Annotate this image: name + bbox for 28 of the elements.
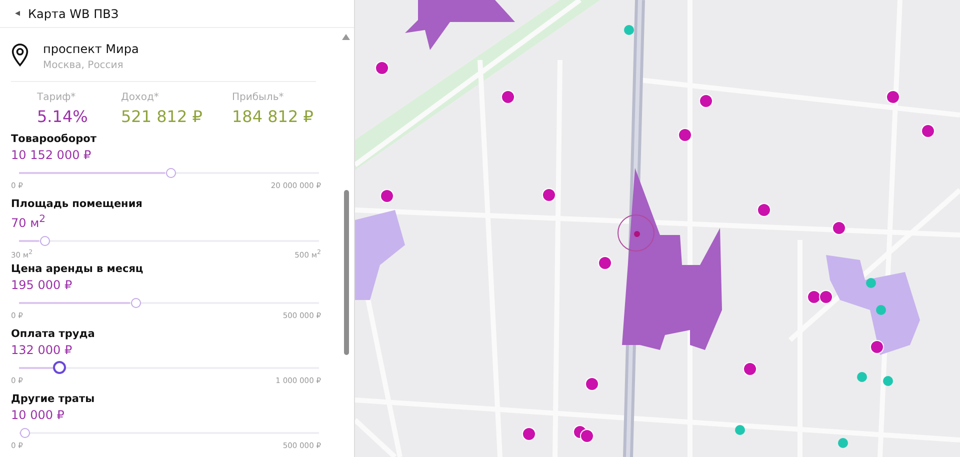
location-region: Москва, Россия [43, 60, 124, 71]
slider-title: Цена аренды в месяц [11, 262, 144, 276]
slider-value: 195 000 ₽ [11, 277, 74, 294]
panel-title: Карта WB ПВЗ [28, 6, 119, 20]
location-name: проспект Мира [43, 42, 139, 56]
slider-title: Площадь помещения [11, 197, 144, 211]
slider-thumb[interactable] [40, 236, 50, 246]
stat-label: Прибыль* [232, 92, 285, 103]
slider-thumb[interactable] [131, 298, 141, 308]
slider-thumb[interactable] [52, 361, 66, 374]
stat-label: Тариф* [37, 92, 77, 103]
slider-thumb[interactable] [166, 168, 176, 178]
location-pin-icon [11, 43, 29, 67]
map-drawing[interactable] [355, 0, 960, 457]
slider-value: 10 152 000 ₽ [11, 147, 92, 164]
stat-value: 5.14% [37, 107, 89, 126]
stat-value: 521 812 ₽ [121, 107, 204, 126]
slider-title: Оплата труда [11, 327, 96, 341]
slider-title: Другие траты [11, 392, 96, 406]
slider-thumb[interactable] [20, 428, 30, 438]
scroll-up-icon[interactable] [342, 34, 350, 40]
stat-label: Доход* [121, 92, 160, 103]
stat-value: 184 812 ₽ [232, 107, 314, 126]
slider-value: 10 000 ₽ [11, 407, 66, 424]
slider-value: 70 м$^{2}$ [11, 213, 47, 232]
slider-title: Товарооборот [11, 132, 98, 146]
back-icon[interactable]: ◂ [15, 8, 20, 19]
slider-value: 132 000 ₽ [11, 342, 74, 359]
